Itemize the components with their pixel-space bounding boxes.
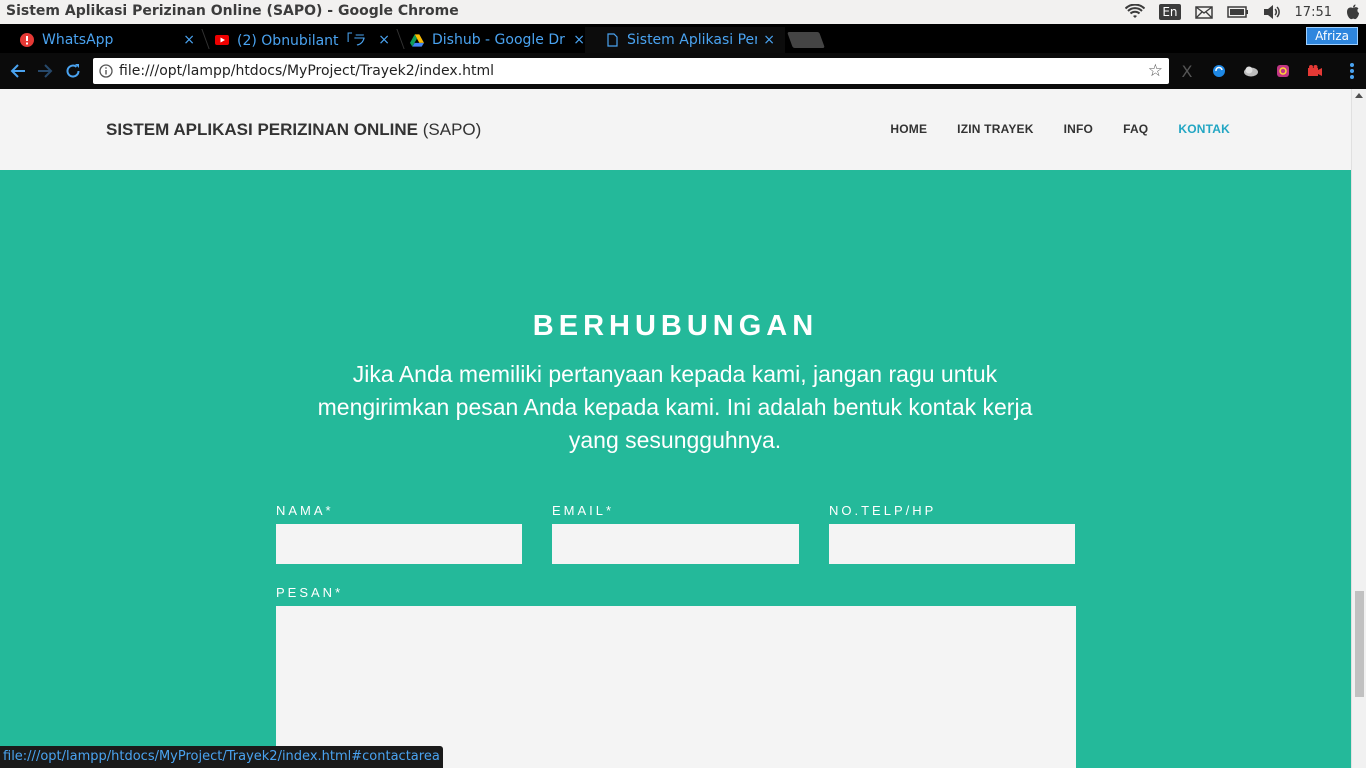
browser-toolbar: file:///opt/lampp/htdocs/MyProject/Traye… [0,53,1366,89]
page-icon [605,33,619,47]
back-button[interactable] [8,61,28,81]
contact-title: BERHUBUNGAN [532,310,819,342]
email-input[interactable] [552,524,799,564]
sync-extension-icon[interactable] [1210,62,1228,80]
info-icon[interactable] [99,64,113,78]
email-label: EMAIL* [552,503,615,518]
volume-icon[interactable] [1263,2,1281,22]
message-label: PESAN* [276,585,344,600]
tab-whatsapp[interactable]: WhatsApp × [0,27,205,53]
mail-icon[interactable] [1194,2,1213,22]
tab-label: WhatsApp [42,32,114,48]
tab-label: Sistem Aplikasi Peri [627,32,758,48]
site-header: SISTEM APLIKASI PERIZINAN ONLINE (SAPO) … [0,89,1351,170]
status-bubble: file:///opt/lampp/htdocs/MyProject/Traye… [0,746,443,768]
page-scrollbar[interactable] [1351,89,1366,768]
battery-icon[interactable] [1226,2,1249,22]
url-text[interactable]: file:///opt/lampp/htdocs/MyProject/Traye… [119,63,494,79]
nav-info[interactable]: INFO [1064,122,1093,136]
nav-home[interactable]: HOME [890,122,927,136]
brand-name: SISTEM APLIKASI PERIZINAN ONLINE [106,120,419,139]
tab-close-icon[interactable]: × [183,32,195,48]
tab-strip: WhatsApp × (2) Obnubilant「ラ × Dishub - G… [0,24,1366,53]
name-label: NAMA* [276,503,334,518]
clock[interactable]: 17:51 [1295,5,1332,20]
scroll-thumb[interactable] [1355,591,1364,697]
tab-youtube[interactable]: (2) Obnubilant「ラ × [195,27,400,53]
site-brand[interactable]: SISTEM APLIKASI PERIZINAN ONLINE (SAPO) [106,120,481,140]
os-top-bar: Sistem Aplikasi Perizinan Online (SAPO) … [0,0,1366,24]
main-nav: HOME IZIN TRAYEK INFO FAQ KONTAK [890,122,1230,136]
nav-faq[interactable]: FAQ [1123,122,1148,136]
page-viewport: SISTEM APLIKASI PERIZINAN ONLINE (SAPO) … [0,89,1351,768]
brand-acronym: (SAPO) [418,120,482,139]
tab-close-icon[interactable]: × [378,32,390,48]
cloud-extension-icon[interactable] [1242,62,1260,80]
name-input[interactable] [276,524,522,564]
wifi-icon[interactable] [1125,2,1146,22]
system-tray: En 17:51 [1125,0,1360,24]
language-indicator: En [1159,4,1181,20]
profile-button[interactable]: Afriza [1306,27,1358,45]
youtube-icon [215,33,229,47]
keyboard-layout-icon[interactable]: En [1159,2,1181,22]
contact-intro: Jika Anda memiliki pertanyaan kepada kam… [317,361,1033,453]
forward-button[interactable] [35,61,55,81]
reload-button[interactable] [63,61,83,81]
camera-extension-icon[interactable] [1306,62,1324,80]
bookmark-star-icon[interactable]: ☆ [1148,61,1163,81]
address-bar[interactable]: file:///opt/lampp/htdocs/MyProject/Traye… [93,58,1169,84]
chrome-menu-icon[interactable] [1350,63,1354,79]
window-title: Sistem Aplikasi Perizinan Online (SAPO) … [6,3,459,19]
tab-close-icon[interactable]: × [763,32,775,48]
new-tab-button[interactable] [787,32,825,48]
tab-active[interactable]: Sistem Aplikasi Peri × [585,27,785,53]
tab-label: Dishub - Google Dr [432,32,565,48]
tab-label: (2) Obnubilant「ラ [237,33,367,49]
whatsapp-icon [20,33,34,47]
tab-close-icon[interactable]: × [573,32,585,48]
nav-izin-trayek[interactable]: IZIN TRAYEK [957,122,1033,136]
tab-google-drive[interactable]: Dishub - Google Dr × [390,27,595,53]
phone-label: NO.TELP/HP [829,503,937,518]
google-drive-icon [410,33,424,47]
message-textarea[interactable] [276,606,1076,768]
x-extension-icon[interactable]: X [1178,62,1196,81]
apple-icon[interactable] [1346,2,1360,22]
instagram-extension-icon[interactable] [1274,62,1292,80]
nav-kontak[interactable]: KONTAK [1178,122,1230,136]
phone-input[interactable] [829,524,1075,564]
scroll-up-arrow-icon[interactable] [1355,93,1363,98]
